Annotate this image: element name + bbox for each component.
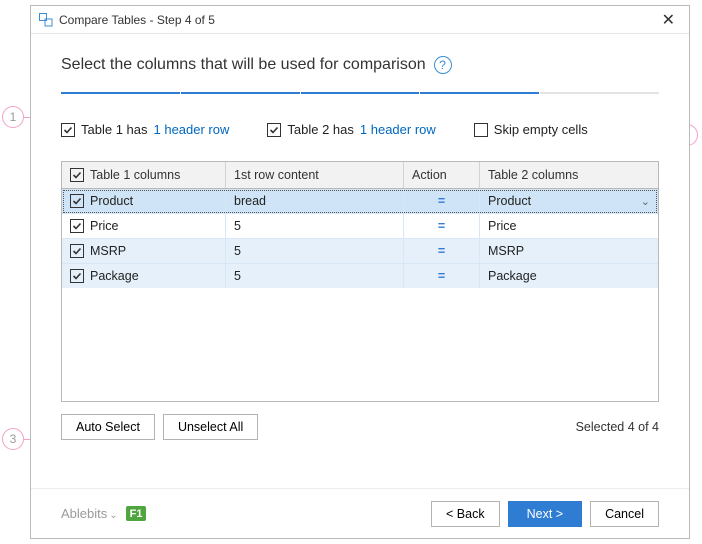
compare-tables-icon (39, 13, 53, 27)
checkbox-table2-header[interactable]: Table 2 has 1 header row (267, 122, 435, 137)
title-text: Compare Tables - Step 4 of 5 (59, 13, 215, 27)
auto-select-button[interactable]: Auto Select (61, 414, 155, 440)
back-button[interactable]: < Back (431, 501, 500, 527)
wizard-progress (61, 92, 659, 94)
table2-dropdown[interactable]: Package (480, 264, 658, 288)
grid-row[interactable]: MSRP 5 = MSRP (62, 239, 658, 264)
table2-dropdown[interactable]: MSRP (480, 239, 658, 263)
grid-header-action[interactable]: Action (404, 162, 480, 188)
checkmark-icon (70, 219, 84, 233)
chevron-down-icon: ⌄ (641, 195, 650, 208)
checkbox-table1-label: Table 1 has (81, 122, 148, 137)
grid-header-table2[interactable]: Table 2 columns (480, 162, 658, 188)
equals-icon: = (404, 239, 480, 263)
close-button[interactable]: ✕ (656, 10, 681, 30)
brand-menu[interactable]: Ablebits⌄ (61, 506, 118, 521)
checkmark-icon (70, 168, 84, 182)
table1-header-link[interactable]: 1 header row (154, 122, 230, 137)
equals-icon: = (404, 189, 480, 213)
checkmark-icon (70, 194, 84, 208)
page-heading: Select the columns that will be used for… (61, 56, 426, 74)
grid-header-firstrow[interactable]: 1st row content (226, 162, 404, 188)
columns-grid: Table 1 columns 1st row content Action T… (61, 161, 659, 402)
equals-icon: = (404, 214, 480, 238)
checkbox-skip-empty[interactable]: Skip empty cells (474, 122, 588, 137)
callout-3: 3 (2, 428, 24, 450)
selected-count: Selected 4 of 4 (576, 420, 659, 434)
help-icon[interactable]: ? (434, 56, 452, 74)
checkmark-icon (70, 244, 84, 258)
grid-row[interactable]: Product bread = Product⌄ (62, 189, 658, 214)
next-button[interactable]: Next > (508, 501, 582, 527)
table2-dropdown[interactable]: Price (480, 214, 658, 238)
f1-help-button[interactable]: F1 (126, 506, 147, 521)
checkbox-skip-label: Skip empty cells (494, 122, 588, 137)
chevron-down-icon: ⌄ (109, 510, 117, 521)
checkmark-icon (267, 123, 281, 137)
grid-row[interactable]: Package 5 = Package (62, 264, 658, 288)
titlebar: Compare Tables - Step 4 of 5 ✕ (31, 6, 689, 34)
unselect-all-button[interactable]: Unselect All (163, 414, 258, 440)
grid-header: Table 1 columns 1st row content Action T… (62, 162, 658, 189)
table2-dropdown[interactable]: Product⌄ (480, 189, 658, 213)
grid-header-table1[interactable]: Table 1 columns (62, 162, 226, 188)
grid-row[interactable]: Price 5 = Price (62, 214, 658, 239)
callout-1: 1 (2, 106, 24, 128)
checkbox-table1-header[interactable]: Table 1 has 1 header row (61, 122, 229, 137)
checkbox-table2-label: Table 2 has (287, 122, 354, 137)
table2-header-link[interactable]: 1 header row (360, 122, 436, 137)
dialog-compare-tables: Compare Tables - Step 4 of 5 ✕ Select th… (30, 5, 690, 539)
equals-icon: = (404, 264, 480, 288)
checkmark-icon (474, 123, 488, 137)
cancel-button[interactable]: Cancel (590, 501, 659, 527)
checkmark-icon (61, 123, 75, 137)
checkmark-icon (70, 269, 84, 283)
